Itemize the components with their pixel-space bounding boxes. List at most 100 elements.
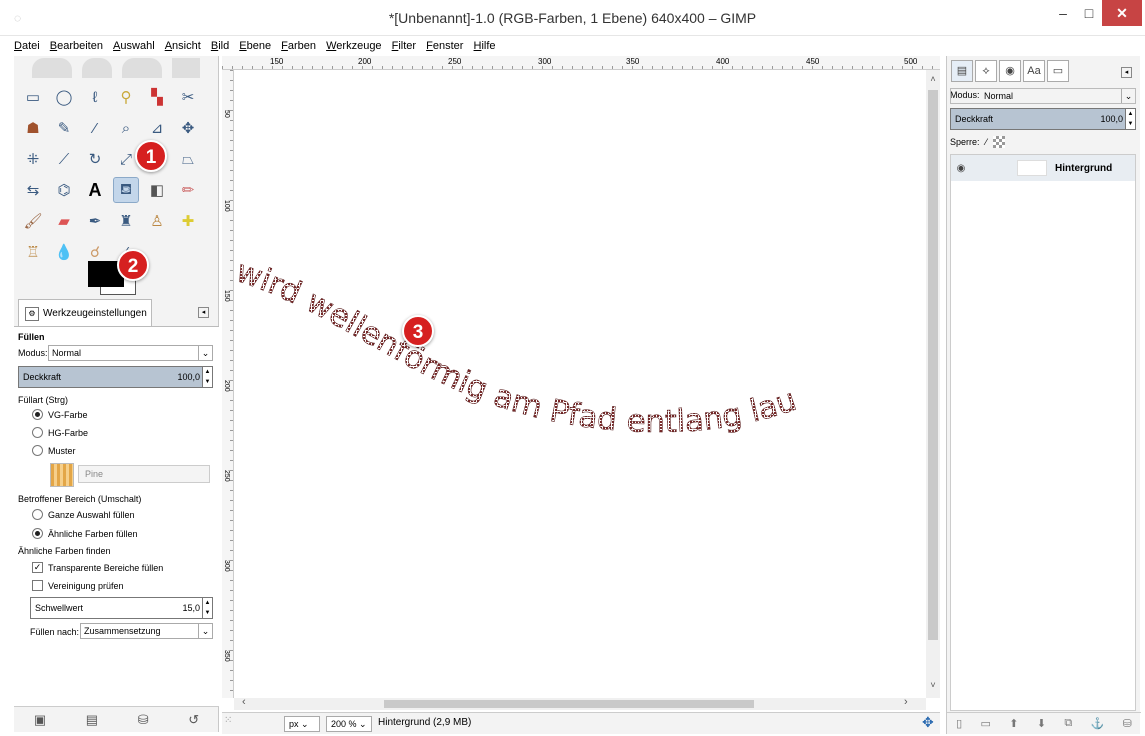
scroll-up-icon[interactable]: ˄ — [926, 74, 940, 84]
radio-button[interactable] — [32, 509, 43, 520]
image-canvas[interactable]: wird wellenförmig am Pfad entlang lau — [234, 70, 926, 698]
check-transparent[interactable]: ✓ Transparente Bereiche füllen — [32, 562, 163, 573]
save-options-icon[interactable]: ▣ — [34, 712, 46, 728]
clone-icon[interactable]: ♙ — [144, 208, 170, 234]
eye-icon[interactable]: ◉ — [951, 163, 971, 174]
radio-bg-color[interactable]: HG-Farbe — [32, 427, 88, 438]
delete-layer-icon[interactable]: ⛁ — [1123, 717, 1132, 730]
menu-auswahl[interactable]: Auswahl — [113, 36, 155, 56]
radio-button[interactable] — [32, 409, 43, 420]
perspective-icon[interactable]: ⏢ — [175, 146, 201, 172]
spin-arrows-icon[interactable]: ▲ ▼ — [202, 598, 212, 618]
checkbox[interactable] — [32, 580, 43, 591]
lock-alpha-icon[interactable] — [993, 136, 1006, 148]
maximize-button[interactable]: □ — [1076, 0, 1102, 26]
restore-options-icon[interactable]: ▤ — [86, 712, 98, 728]
lower-layer-icon[interactable]: ⬇ — [1037, 717, 1046, 730]
menu-hilfe[interactable]: Hilfe — [474, 36, 496, 56]
paintbrush-icon[interactable]: 🖌 — [20, 208, 46, 234]
mode-select[interactable]: Normal ⌄ — [48, 345, 213, 361]
spin-arrows-icon[interactable]: ▲ ▼ — [202, 367, 212, 387]
menu-ebene[interactable]: Ebene — [239, 36, 271, 56]
crop-icon[interactable]: ⟋ — [51, 146, 77, 172]
close-button[interactable]: ✕ — [1102, 0, 1142, 26]
scroll-right-icon[interactable]: › — [904, 696, 908, 708]
blur-sharpen-icon[interactable]: 💧 — [51, 239, 77, 265]
ink-icon[interactable]: ♜ — [113, 208, 139, 234]
lock-pixels-icon[interactable]: ⁄ — [986, 137, 988, 147]
color-picker-icon[interactable]: ⁄ — [82, 115, 108, 141]
radio-fg-color[interactable]: VG-Farbe — [32, 409, 88, 420]
vertical-scrollbar[interactable]: ˄ ˅ — [926, 70, 940, 698]
radio-pattern[interactable]: Muster — [32, 445, 76, 456]
duplicate-layer-icon[interactable]: ⧉ — [1064, 717, 1072, 730]
checkbox[interactable]: ✓ — [32, 562, 43, 573]
text-tool-icon[interactable]: A — [82, 177, 108, 203]
scroll-down-icon[interactable]: ˅ — [926, 680, 940, 690]
radio-button[interactable] — [32, 445, 43, 456]
delete-options-icon[interactable]: ⛁ — [138, 712, 149, 728]
scissors-select-icon[interactable]: ✂ — [175, 84, 201, 110]
curved-text[interactable]: wird wellenförmig am Pfad entlang lau — [234, 253, 801, 440]
tab-channels[interactable]: ◉ — [999, 60, 1021, 82]
radio-fill-similar[interactable]: Ähnliche Farben füllen — [32, 528, 138, 539]
new-layer-icon[interactable]: ▯ — [956, 717, 962, 730]
threshold-spinner[interactable]: Schwellwert 15,0 ▲ ▼ — [30, 597, 213, 619]
navigate-icon[interactable]: ✥ — [922, 714, 934, 731]
horizontal-scrollbar[interactable]: ‹ › — [234, 696, 926, 710]
paths-icon[interactable]: ✎ — [51, 115, 77, 141]
tab-fonts[interactable]: Aa — [1023, 60, 1045, 82]
tab-layers[interactable]: ▤ — [951, 60, 973, 82]
menu-datei[interactable]: Datei — [14, 36, 40, 56]
radio-button[interactable] — [32, 528, 43, 539]
pencil-icon[interactable]: ✏ — [175, 177, 201, 203]
menu-werkzeuge[interactable]: Werkzeuge — [326, 36, 381, 56]
dock-menu-icon[interactable]: ◂ — [198, 307, 209, 318]
fuzzy-select-icon[interactable]: ⚲ — [113, 84, 139, 110]
wilber-drop-area[interactable] — [22, 58, 202, 78]
radio-fill-selection[interactable]: Ganze Auswahl füllen — [32, 509, 135, 520]
perspective-clone-icon[interactable]: ♖ — [20, 239, 46, 265]
check-merged[interactable]: Vereinigung prüfen — [32, 580, 124, 591]
eraser-icon[interactable]: ▰ — [51, 208, 77, 234]
vertical-ruler[interactable]: 50 100 150 200 250 300 350 — [222, 70, 234, 698]
minimize-button[interactable]: – — [1050, 0, 1076, 26]
color-select-icon[interactable]: ▚ — [144, 84, 170, 110]
bucket-fill-icon[interactable]: ⛾ — [113, 177, 139, 203]
rotate-icon[interactable]: ↻ — [82, 146, 108, 172]
anchor-layer-icon[interactable]: ⚓ — [1091, 717, 1105, 730]
menu-bearbeiten[interactable]: Bearbeiten — [50, 36, 103, 56]
horizontal-ruler[interactable]: 150 200 250 300 350 400 450 500 — [222, 56, 940, 70]
horizontal-scroll-thumb[interactable] — [384, 700, 754, 708]
heal-icon[interactable]: ✚ — [175, 208, 201, 234]
blend-icon[interactable]: ◧ — [144, 177, 170, 203]
layers-opacity-spinner[interactable]: Deckkraft 100,0 ▲ ▼ — [950, 108, 1136, 130]
vertical-scroll-thumb[interactable] — [928, 90, 938, 640]
layer-row[interactable]: ◉ Hintergrund — [951, 155, 1135, 181]
flip-icon[interactable]: ⇆ — [20, 177, 46, 203]
rect-select-icon[interactable]: ▭ — [20, 84, 46, 110]
menu-bild[interactable]: Bild — [211, 36, 229, 56]
menu-fenster[interactable]: Fenster — [426, 36, 463, 56]
free-select-icon[interactable]: ℓ — [82, 84, 108, 110]
scroll-left-icon[interactable]: ‹ — [242, 696, 246, 708]
ellipse-select-icon[interactable]: ◯ — [51, 84, 77, 110]
airbrush-icon[interactable]: ✒ — [82, 208, 108, 234]
menu-filter[interactable]: Filter — [392, 36, 416, 56]
tab-tool-options[interactable]: ⚙ Werkzeugeinstellungen — [18, 299, 152, 327]
menu-farben[interactable]: Farben — [281, 36, 316, 56]
new-layer-group-icon[interactable]: ▭ — [981, 717, 991, 730]
layers-dock-menu-icon[interactable]: ◂ — [1121, 67, 1132, 78]
fill-by-select[interactable]: Zusammensetzung ⌄ — [80, 623, 213, 639]
radio-button[interactable] — [32, 427, 43, 438]
raise-layer-icon[interactable]: ⬆ — [1009, 717, 1018, 730]
menu-ansicht[interactable]: Ansicht — [165, 36, 201, 56]
tab-undo[interactable]: ▭ — [1047, 60, 1069, 82]
opacity-spinner[interactable]: Deckkraft 100,0 ▲ ▼ — [18, 366, 213, 388]
move-icon[interactable]: ✥ — [175, 115, 201, 141]
align-icon[interactable]: ⁜ — [20, 146, 46, 172]
cage-transform-icon[interactable]: ⌬ — [51, 177, 77, 203]
layers-mode-select[interactable]: Normal ⌄ — [950, 88, 1136, 104]
zoom-select[interactable]: 200 % ⌄ — [326, 716, 372, 732]
unit-select[interactable]: px ⌄ — [284, 716, 320, 732]
